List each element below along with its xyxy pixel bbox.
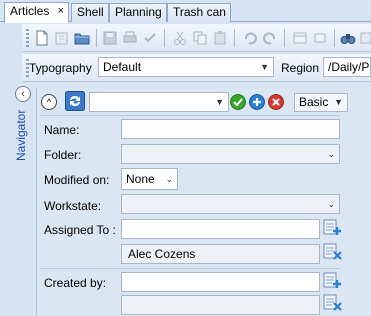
assigned-to-user: Alec Cozens	[121, 244, 320, 264]
name-label: Name:	[44, 123, 80, 137]
region-select[interactable]: /Daily/P	[323, 57, 371, 77]
chevron-down-icon: ⌄	[327, 149, 335, 159]
toolbar-separator	[164, 29, 165, 47]
created-by-user	[121, 295, 320, 315]
chevron-down-icon: ▼	[334, 97, 343, 107]
apply-icon[interactable]	[230, 94, 246, 110]
assigned-to-input[interactable]	[121, 219, 320, 239]
typography-label: Typography	[29, 61, 92, 75]
divider	[40, 268, 340, 269]
collapse-navigator-button[interactable]: ‹	[15, 86, 31, 102]
saved-query-select[interactable]: ▼	[89, 92, 229, 112]
divider	[40, 115, 340, 116]
undo-icon[interactable]	[242, 30, 258, 46]
navigator-label[interactable]: Navigator	[14, 110, 28, 180]
chevron-down-icon: ▼	[215, 97, 224, 107]
collapse-up-button[interactable]: ^	[41, 94, 57, 110]
modified-on-select[interactable]: None ⌄	[121, 168, 178, 190]
refresh-icon[interactable]	[65, 91, 85, 111]
region-label: Region	[281, 61, 320, 75]
toolbar-separator	[234, 29, 235, 47]
modified-on-value: None	[126, 172, 155, 186]
folder-select[interactable]: ⌄	[121, 144, 340, 164]
tab-shell[interactable]: Shell	[71, 3, 109, 22]
tab-trash-can[interactable]: Trash can	[167, 3, 231, 22]
assigned-to-label: Assigned To :	[44, 223, 116, 237]
add-creator-icon[interactable]	[323, 272, 343, 290]
tab-label: Shell	[77, 5, 104, 19]
close-icon[interactable]: ×	[58, 3, 64, 20]
mode-select[interactable]: Basic ▼	[294, 93, 348, 112]
layout-icon[interactable]	[292, 30, 308, 46]
toolbar-separator	[96, 29, 97, 47]
created-by-input[interactable]	[121, 272, 320, 292]
remove-icon[interactable]	[268, 94, 284, 110]
typography-select[interactable]: Default ▼	[98, 57, 274, 77]
import-icon[interactable]	[54, 30, 70, 46]
typography-value: Default	[103, 60, 142, 74]
toolbar-separator	[284, 29, 285, 47]
name-input[interactable]	[121, 119, 340, 139]
query-panel: ^ ▼ Basic ▼ Name: Folder: ⌄ Modified on:…	[36, 88, 371, 316]
folder-label: Folder:	[44, 148, 82, 162]
binoculars-icon[interactable]	[340, 30, 356, 46]
add-assignee-icon[interactable]	[323, 219, 343, 237]
navigator-panel: ‹ Navigator	[0, 82, 36, 316]
remove-creator-icon[interactable]	[323, 294, 343, 312]
paste-icon[interactable]	[212, 30, 228, 46]
toolbar-grip[interactable]	[26, 29, 29, 47]
toolbar	[22, 24, 371, 52]
toolbar-separator	[334, 29, 335, 47]
check-out-icon[interactable]	[142, 30, 158, 46]
tab-label: Planning	[115, 5, 162, 19]
print-icon[interactable]	[122, 30, 138, 46]
save-icon[interactable]	[102, 30, 118, 46]
region-value: /Daily/P	[328, 60, 370, 74]
mode-value: Basic	[299, 95, 329, 109]
redo-icon[interactable]	[262, 30, 278, 46]
open-folder-icon[interactable]	[74, 30, 90, 46]
tab-strip: Articles × Shell Planning Trash can	[0, 0, 371, 23]
tab-articles[interactable]: Articles ×	[4, 2, 69, 23]
chevron-down-icon: ⌄	[165, 174, 173, 184]
cut-icon[interactable]	[172, 30, 188, 46]
new-document-icon[interactable]	[34, 30, 50, 46]
tab-planning[interactable]: Planning	[109, 3, 167, 22]
add-icon[interactable]	[249, 94, 265, 110]
modified-on-label: Modified on:	[44, 173, 110, 187]
query-panel-header: ^ ▼ Basic ▼	[37, 88, 371, 114]
created-by-label: Created by:	[44, 276, 107, 290]
workstate-select[interactable]: ⌄	[121, 194, 340, 214]
chevron-down-icon: ▼	[260, 62, 269, 72]
tab-label: Trash can	[173, 5, 226, 19]
workstate-label: Workstate:	[44, 199, 102, 213]
remove-assignee-icon[interactable]	[323, 243, 343, 261]
more-icon[interactable]	[360, 30, 371, 46]
tab-label: Articles	[10, 4, 50, 18]
copy-icon[interactable]	[192, 30, 208, 46]
view-icon[interactable]	[312, 30, 328, 46]
filter-bar: Typography Default ▼ Region /Daily/P	[22, 54, 371, 82]
chevron-down-icon: ⌄	[327, 199, 335, 209]
